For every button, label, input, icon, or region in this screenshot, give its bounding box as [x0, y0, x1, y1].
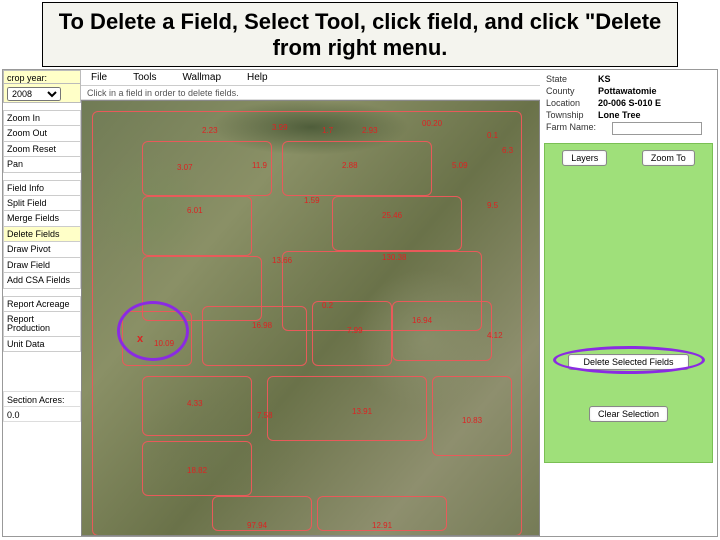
meta-state-v: KS — [598, 74, 611, 84]
meta-location-k: Location — [546, 98, 598, 108]
menu-file[interactable]: File — [91, 72, 107, 83]
field-acreage-label: 11.9 — [252, 161, 267, 170]
field-acreage-label: 5.09 — [452, 161, 468, 170]
field-acreage-label: 6.01 — [187, 206, 203, 215]
tool-draw-field[interactable]: Draw Field — [3, 257, 81, 273]
farm-name-input[interactable] — [612, 122, 702, 135]
meta-township-v: Lone Tree — [598, 110, 641, 120]
right-panel: StateKS CountyPottawatomie Location20-00… — [540, 70, 717, 536]
field-acreage-label: 7.99 — [347, 326, 363, 335]
field-acreage-label: 97.94 — [247, 521, 267, 530]
left-panel: crop year: 2008 Zoom InZoom OutZoom Rese… — [3, 70, 81, 536]
action-panel: Layers Zoom To Delete Selected Fields Cl… — [544, 143, 713, 463]
menu-bar: File Tools Wallmap Help — [81, 70, 540, 86]
tool-report-production[interactable]: Report Production — [3, 311, 81, 337]
field-acreage-label: 25.46 — [382, 211, 402, 220]
delete-button-highlight — [553, 346, 705, 374]
field-acreage-label: 13.91 — [352, 407, 372, 416]
field-acreage-label: 00.20 — [422, 119, 442, 128]
zoom-to-button[interactable]: Zoom To — [642, 150, 695, 166]
section-acres-label: Section Acres: — [3, 391, 81, 407]
field-acreage-label: 130.38 — [382, 253, 406, 262]
tool-field-info[interactable]: Field Info — [3, 180, 81, 196]
field-acreage-label: 2.88 — [342, 161, 358, 170]
meta-township-k: Township — [546, 110, 598, 120]
tool-zoom-reset[interactable]: Zoom Reset — [3, 141, 81, 157]
field-acreage-label: 2.23 — [202, 126, 218, 135]
metadata-block: StateKS CountyPottawatomie Location20-00… — [540, 70, 717, 139]
field-acreage-label: 1.7 — [322, 126, 333, 135]
meta-location-v: 20-006 S-010 E — [598, 98, 661, 108]
field-acreage-label: 10.09 — [154, 339, 174, 348]
tool-report-acreage[interactable]: Report Acreage — [3, 296, 81, 312]
hint-bar: Click in a field in order to delete fiel… — [81, 86, 540, 100]
tool-merge-fields[interactable]: Merge Fields — [3, 210, 81, 226]
selected-field-highlight — [117, 301, 189, 361]
field-acreage-label: 18.82 — [187, 466, 207, 475]
menu-help[interactable]: Help — [247, 72, 268, 83]
crop-year-select[interactable]: 2008 — [7, 87, 61, 101]
tool-unit-data[interactable]: Unit Data — [3, 336, 81, 352]
delete-x-icon: x — [137, 333, 143, 345]
field-acreage-label: 1.59 — [304, 196, 320, 205]
field-acreage-label: 16.98 — [252, 321, 272, 330]
layers-button[interactable]: Layers — [562, 150, 607, 166]
tool-split-field[interactable]: Split Field — [3, 195, 81, 211]
app-window: crop year: 2008 Zoom InZoom OutZoom Rese… — [2, 69, 718, 537]
meta-county-k: County — [546, 86, 598, 96]
menu-wallmap[interactable]: Wallmap — [182, 72, 221, 83]
tool-pan[interactable]: Pan — [3, 156, 81, 172]
field-acreage-label: 10.83 — [462, 416, 482, 425]
meta-farm-k: Farm Name: — [546, 122, 608, 135]
field-acreage-label: 6.3 — [502, 146, 513, 155]
menu-tools[interactable]: Tools — [133, 72, 156, 83]
field-acreage-label: 9.5 — [487, 201, 498, 210]
tool-delete-fields[interactable]: Delete Fields — [3, 226, 81, 242]
section-acres-value: 0.0 — [3, 406, 81, 422]
tool-zoom-in[interactable]: Zoom In — [3, 110, 81, 126]
field-acreage-label: 7.58 — [257, 411, 273, 420]
crop-year-label: crop year: — [3, 70, 81, 84]
tool-add-csa-fields[interactable]: Add CSA Fields — [3, 272, 81, 288]
field-acreage-label: 0.1 — [487, 131, 498, 140]
field-acreage-label: 12.91 — [372, 521, 392, 530]
field-acreage-label: 4.33 — [187, 399, 203, 408]
field-acreage-label: 16.94 — [412, 316, 432, 325]
field-acreage-label: 13.66 — [272, 256, 292, 265]
field-acreage-label: 3.07 — [177, 163, 193, 172]
tool-zoom-out[interactable]: Zoom Out — [3, 125, 81, 141]
clear-selection-button[interactable]: Clear Selection — [589, 406, 668, 422]
meta-county-v: Pottawatomie — [598, 86, 657, 96]
tool-draw-pivot[interactable]: Draw Pivot — [3, 241, 81, 257]
field-acreage-label: 0.2 — [322, 301, 333, 310]
field-acreage-label: 3.99 — [272, 123, 288, 132]
meta-state-k: State — [546, 74, 598, 84]
field-acreage-label: 2.93 — [362, 126, 378, 135]
crop-year-select-cell: 2008 — [3, 83, 81, 103]
instruction-banner: To Delete a Field, Select Tool, click fi… — [42, 2, 678, 67]
map-canvas[interactable]: x 2.23 3.99 1.7 2.93 00.20 0.1 6.3 3.07 11.9 2.88… — [81, 100, 540, 536]
field-acreage-label: 4.12 — [487, 331, 503, 340]
